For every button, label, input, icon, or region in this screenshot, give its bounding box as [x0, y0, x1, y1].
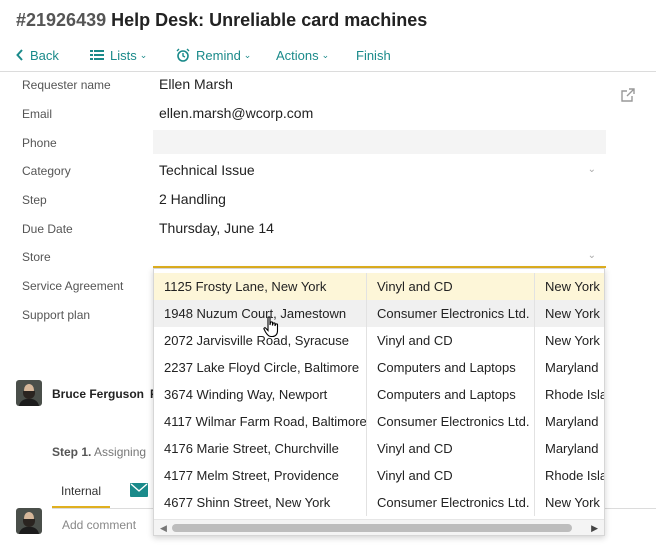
back-label: Back [30, 47, 59, 63]
store-address: 4177 Melm Street, Providence [154, 462, 367, 489]
due-date-field[interactable]: Thursday, June 14 [153, 216, 606, 240]
mail-icon[interactable] [130, 483, 148, 502]
chevron-down-icon: ⌄ [587, 164, 596, 175]
field-label: Phone [22, 136, 57, 150]
phone-field[interactable] [153, 130, 606, 154]
store-select[interactable]: ⌄ [153, 244, 606, 268]
store-state: New York [545, 495, 600, 510]
chevron-down-icon: ⌄ [243, 49, 252, 60]
store-dropdown: 1125 Frosty Lane, New York Vinyl and CD Ne… [153, 268, 605, 536]
store-address: 4176 Marie Street, Churchville [154, 435, 367, 462]
store-type: Vinyl and CD [367, 462, 535, 489]
store-address: 1948 Nuzum Court, Jamestown [154, 300, 367, 327]
avatar [16, 380, 42, 406]
field-label: Requester name [22, 78, 111, 92]
field-label: Due Date [22, 222, 73, 236]
store-type: Consumer Electronics Ltd. [367, 300, 535, 327]
lists-label: Lists [110, 47, 137, 63]
external-link-icon[interactable] [621, 88, 635, 107]
store-address: 4117 Wilmar Farm Road, Baltimore [154, 408, 367, 435]
store-type: Computers and Laptops [367, 354, 535, 381]
store-state: New York [545, 333, 600, 348]
store-type: Vinyl and CD [367, 327, 535, 354]
store-state: Rhode Isla [545, 387, 605, 402]
chevron-left-icon [16, 49, 24, 61]
field-label: Service Agreement [22, 279, 124, 293]
field-requester: Requester name Ellen Marsh [0, 72, 656, 100]
store-state: New York [545, 279, 600, 294]
remind-menu[interactable]: Remind ⌄ [176, 45, 251, 65]
field-email: Email ellen.marsh@wcorp.com [0, 101, 656, 129]
chevron-down-icon: ⌄ [321, 49, 330, 60]
list-icon [90, 49, 104, 61]
field-label: Category [22, 164, 71, 178]
actions-menu[interactable]: Actions ⌄ [276, 45, 329, 65]
actions-label: Actions [276, 47, 319, 63]
field-category: Category Technical Issue ⌄ [0, 158, 656, 186]
store-state: Rhode Isla [545, 468, 605, 483]
horizontal-scrollbar[interactable]: ◀ ▶ [154, 519, 604, 535]
category-select[interactable]: Technical Issue ⌄ [153, 158, 606, 182]
hand-cursor-icon [263, 316, 281, 343]
email-field[interactable]: ellen.marsh@wcorp.com [153, 101, 606, 125]
alarm-clock-icon [176, 48, 190, 62]
add-comment-input[interactable]: Add comment [62, 518, 136, 532]
ticket-number: #21926439 [16, 10, 107, 30]
step-field: 2 Handling [159, 191, 226, 207]
store-state: Maryland [545, 441, 599, 456]
category-value: Technical Issue [159, 162, 255, 178]
store-state: New York [545, 306, 600, 321]
store-type: Consumer Electronics Ltd. [367, 408, 535, 435]
store-option[interactable]: 1125 Frosty Lane, New York Vinyl and CD Ne… [154, 273, 604, 300]
store-option[interactable]: 4677 Shinn Street, New York Consumer Elec… [154, 489, 604, 516]
chevron-down-icon: ⌄ [139, 49, 148, 60]
store-option[interactable]: 4117 Wilmar Farm Road, Baltimore Consumer… [154, 408, 604, 435]
remind-label: Remind [196, 47, 241, 63]
scroll-left-icon[interactable]: ◀ [160, 523, 167, 534]
ticket-subject: Help Desk: Unreliable card machines [111, 10, 428, 30]
step-text: Assigning [94, 445, 147, 459]
lists-menu[interactable]: Lists ⌄ [90, 45, 147, 65]
field-phone: Phone [0, 130, 656, 158]
store-type: Consumer Electronics Ltd. [367, 489, 535, 516]
store-address: 2072 Jarvisville Road, Syracuse [154, 327, 367, 354]
scrollbar-thumb[interactable] [172, 524, 572, 532]
store-address: 3674 Winding Way, Newport [154, 381, 367, 408]
store-address: 1125 Frosty Lane, New York [154, 273, 367, 300]
field-step: Step 2 Handling [0, 187, 656, 215]
store-type: Vinyl and CD [367, 435, 535, 462]
field-label: Store [22, 250, 51, 264]
step-label: Step 1. [52, 445, 92, 459]
store-address: 4677 Shinn Street, New York [154, 489, 367, 516]
comment-tabs: Internal [52, 478, 162, 508]
field-due-date: Due Date Thursday, June 14 [0, 216, 656, 244]
store-address: 2237 Lake Floyd Circle, Baltimore [154, 354, 367, 381]
field-label: Step [22, 193, 47, 207]
comment-author: Bruce Ferguson [52, 387, 145, 401]
requester-name-field[interactable]: Ellen Marsh [153, 72, 606, 96]
store-option[interactable]: 4177 Melm Street, Providence Vinyl and CD… [154, 462, 605, 489]
scroll-right-icon[interactable]: ▶ [591, 523, 598, 534]
store-type: Computers and Laptops [367, 381, 535, 408]
chevron-down-icon: ⌄ [587, 250, 596, 261]
store-type: Vinyl and CD [367, 273, 535, 300]
store-option[interactable]: 2072 Jarvisville Road, Syracuse Vinyl and… [154, 327, 604, 354]
store-state: Maryland [545, 360, 599, 375]
ticket-title: #21926439 Help Desk: Unreliable card mac… [16, 10, 427, 31]
toolbar: Back Lists ⌄ Remind ⌄ Actions ⌄ Finish [0, 40, 656, 72]
field-label: Email [22, 107, 53, 121]
finish-label: Finish [356, 47, 391, 63]
tab-internal[interactable]: Internal [52, 478, 110, 508]
store-option[interactable]: 1948 Nuzum Court, Jamestown Consumer Elec… [154, 300, 604, 327]
store-state: Maryland [545, 414, 599, 429]
field-label: Support plan [22, 308, 91, 322]
store-option[interactable]: 2237 Lake Floyd Circle, Baltimore Compute… [154, 354, 604, 381]
store-option[interactable]: 4176 Marie Street, Churchville Vinyl and … [154, 435, 604, 462]
back-button[interactable]: Back [16, 45, 59, 65]
avatar [16, 508, 42, 534]
finish-button[interactable]: Finish [356, 45, 391, 65]
store-option[interactable]: 3674 Winding Way, Newport Computers and L… [154, 381, 605, 408]
step-info: Step 1. Assigning [52, 445, 146, 459]
